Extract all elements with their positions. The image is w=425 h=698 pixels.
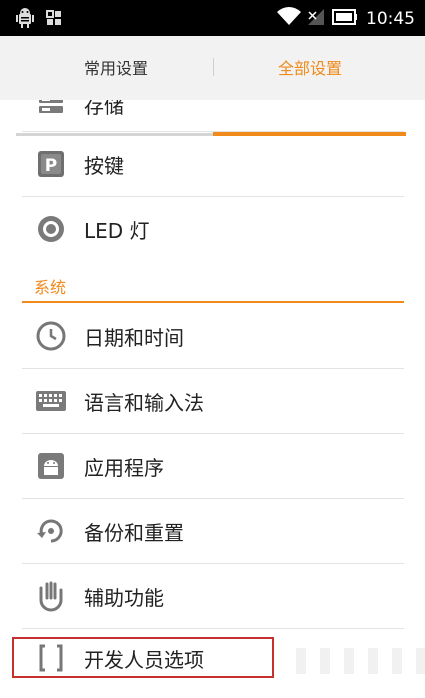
storage-icon (34, 100, 68, 121)
settings-list: 存储 P 按键 LED 灯 系统 日期和时间 语言和输入法 应用程序 备份和重置… (0, 100, 425, 698)
hand-icon (34, 579, 68, 613)
signal-icon (306, 7, 328, 31)
tab-all-settings[interactable]: 全部设置 (210, 36, 410, 98)
clock-icon (34, 319, 68, 353)
list-item-accessibility[interactable]: 辅助功能 (22, 564, 404, 628)
list-item-applications[interactable]: 应用程序 (22, 434, 404, 498)
list-item-label: 存储 (84, 100, 124, 118)
list-item-language-input[interactable]: 语言和输入法 (22, 369, 404, 433)
section-title-system: 系统 (34, 278, 67, 297)
battery-icon (332, 9, 358, 29)
keyboard-icon (34, 384, 68, 418)
app-grid-icon (46, 10, 62, 30)
list-item-label: 备份和重置 (84, 520, 184, 545)
key-p-icon: P (34, 147, 68, 181)
list-item-label: 日期和时间 (84, 325, 184, 350)
status-bar: 10:45 (0, 0, 425, 36)
svg-text:P: P (45, 156, 57, 176)
list-item-label: 按键 (84, 153, 124, 178)
list-item-keys[interactable]: P 按键 (22, 132, 404, 196)
list-item-label: 语言和输入法 (84, 390, 204, 415)
android-app-icon (34, 449, 68, 483)
list-item-label: 辅助功能 (84, 585, 164, 610)
tab-common-settings[interactable]: 常用设置 (16, 36, 216, 98)
settings-tabs: 常用设置 全部设置 (0, 36, 425, 136)
list-item-date-time[interactable]: 日期和时间 (22, 304, 404, 368)
faint-decoration (296, 648, 425, 674)
section-divider (22, 301, 404, 303)
android-debug-icon (16, 8, 34, 32)
wifi-icon (276, 7, 302, 31)
list-item-label: LED 灯 (84, 218, 150, 243)
backup-reset-icon (34, 514, 68, 548)
clock: 10:45 (366, 9, 415, 29)
list-item-backup-reset[interactable]: 备份和重置 (22, 499, 404, 563)
led-icon (34, 212, 68, 246)
list-item-label: 应用程序 (84, 455, 164, 480)
highlight-box (12, 637, 274, 678)
list-item-led[interactable]: LED 灯 (22, 197, 404, 261)
